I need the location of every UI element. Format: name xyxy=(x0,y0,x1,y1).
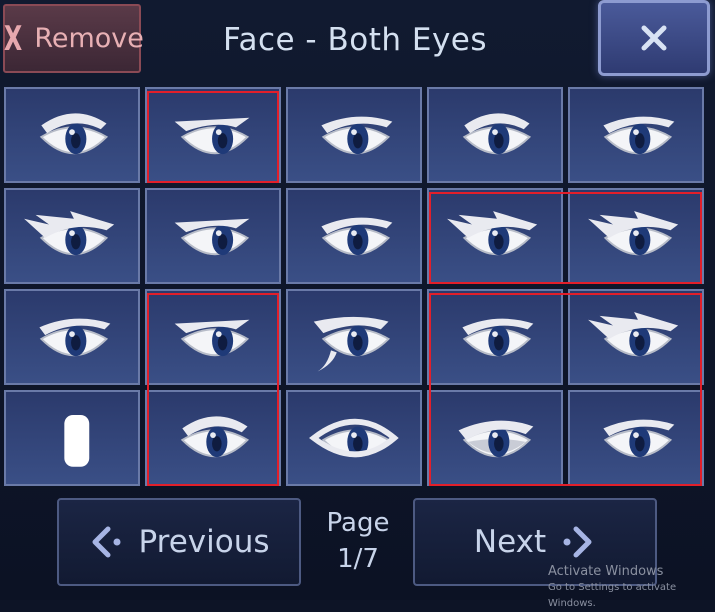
remove-button-label: Remove xyxy=(34,23,144,54)
eye-option-tile[interactable] xyxy=(568,289,704,385)
eye-option-tile[interactable] xyxy=(568,188,704,284)
eye-option-tile[interactable] xyxy=(4,390,140,486)
eye-icon xyxy=(603,419,675,458)
page-number: 1/7 xyxy=(337,544,379,574)
watermark-title: Activate Windows xyxy=(548,564,664,579)
eye-icon xyxy=(24,211,115,256)
eye-icon xyxy=(603,116,675,155)
eye-icon xyxy=(458,420,534,458)
remove-button[interactable]: X Remove xyxy=(3,4,144,73)
previous-button-label: Previous xyxy=(138,524,270,560)
character-creator-panel: X Remove Face - Both Eyes Previous Page … xyxy=(0,0,715,609)
eye-icon xyxy=(588,312,679,357)
previous-button[interactable]: Previous xyxy=(57,498,301,586)
eye-option-tile[interactable] xyxy=(427,87,563,183)
eye-icon xyxy=(588,211,679,256)
eye-icon xyxy=(309,418,399,458)
eye-option-tile[interactable] xyxy=(4,87,140,183)
blank-shape-icon xyxy=(64,415,90,467)
page-indicator: Page 1/7 xyxy=(310,505,406,577)
eye-option-tile[interactable] xyxy=(286,390,422,486)
eye-option-tile[interactable] xyxy=(427,188,563,284)
chevron-left-icon xyxy=(92,526,121,558)
eye-icon xyxy=(39,113,109,155)
eye-option-tile[interactable] xyxy=(286,289,422,385)
remove-x-icon: X xyxy=(4,18,23,59)
eye-icon xyxy=(180,416,250,458)
eye-icon xyxy=(447,211,538,256)
eye-option-tile[interactable] xyxy=(145,390,281,486)
eye-icon xyxy=(174,319,250,357)
eye-option-tile[interactable] xyxy=(286,87,422,183)
chevron-right-icon xyxy=(563,526,592,558)
next-button-label: Next xyxy=(473,524,547,560)
eye-option-tile[interactable] xyxy=(568,87,704,183)
close-icon xyxy=(641,25,667,51)
page-label: Page xyxy=(326,508,390,538)
eye-option-tile[interactable] xyxy=(145,87,281,183)
activation-watermark: Activate Windows Go to Settings to activ… xyxy=(548,564,715,612)
watermark-subtitle: Go to Settings to activate Windows. xyxy=(548,582,677,609)
eye-icon xyxy=(462,318,534,357)
eye-icon xyxy=(39,318,111,357)
panel-title: Face - Both Eyes xyxy=(222,22,488,58)
eye-option-tile[interactable] xyxy=(286,188,422,284)
eye-icon xyxy=(313,316,391,372)
eye-icon xyxy=(174,218,250,256)
eye-option-tile[interactable] xyxy=(568,390,704,486)
eye-icon xyxy=(321,116,393,155)
eye-option-tile[interactable] xyxy=(145,188,281,284)
eye-option-tile[interactable] xyxy=(427,390,563,486)
close-button[interactable] xyxy=(598,0,710,76)
eye-icon xyxy=(321,217,393,256)
eye-option-tile[interactable] xyxy=(4,289,140,385)
eye-icon xyxy=(462,113,532,155)
eye-options-grid xyxy=(4,87,711,487)
eye-icon xyxy=(174,117,250,155)
eye-option-tile[interactable] xyxy=(145,289,281,385)
eye-option-tile[interactable] xyxy=(4,188,140,284)
eye-option-tile[interactable] xyxy=(427,289,563,385)
